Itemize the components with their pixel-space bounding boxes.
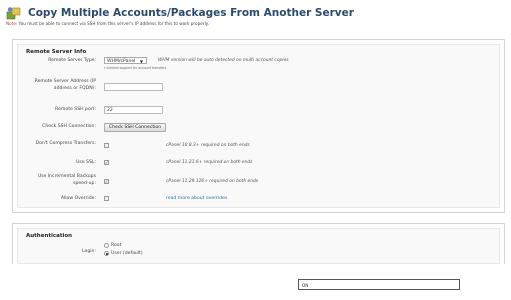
copy-accounts-icon xyxy=(6,7,21,20)
incremental-checkbox[interactable]: ✓ xyxy=(104,179,109,184)
page-title: Copy Multiple Accounts/Packages From Ano… xyxy=(28,7,354,19)
login-option-user: User (default) xyxy=(111,251,143,256)
check-ssh-button[interactable]: Check SSH Connection xyxy=(104,123,166,132)
allow-override-checkbox[interactable] xyxy=(104,196,109,201)
remote-server-heading: Remote Server Info xyxy=(26,49,87,55)
page-header: Copy Multiple Accounts/Packages From Ano… xyxy=(6,4,354,22)
authentication-heading: Authentication xyxy=(26,233,73,239)
bottom-input-field[interactable]: ON xyxy=(298,279,460,290)
address-label: Remote Server Address (IP address or FQD… xyxy=(34,79,96,91)
dont-compress-checkbox[interactable] xyxy=(104,143,109,148)
address-input[interactable] xyxy=(104,83,163,91)
note-text: Note: You must be able to connect via SS… xyxy=(6,21,209,26)
dont-compress-label: Don't Compress Transfers: xyxy=(35,141,96,146)
authentication-panel: Authentication Login: Root User (default… xyxy=(12,223,505,264)
note-message: You must be able to connect via SSH from… xyxy=(18,21,209,26)
login-label: Login: xyxy=(82,249,96,254)
incremental-label: Use Incremental Backups speed-up: xyxy=(37,174,96,186)
remote-server-panel: Remote Server Info Remote Server Type: W… xyxy=(12,39,505,213)
note-label: Note: xyxy=(6,21,18,26)
server-type-value: WHM/cPanel xyxy=(107,59,136,64)
ssh-port-input[interactable]: 22 xyxy=(104,106,163,114)
server-type-select[interactable]: WHM/cPanel ▼ xyxy=(104,57,147,64)
login-radio-user[interactable] xyxy=(104,251,109,256)
authentication-panel-body: Authentication Login: Root User (default… xyxy=(17,228,500,264)
use-ssl-label: Use SSL: xyxy=(76,160,96,165)
dont-compress-hint: cPanel 10.8.3+ required on both ends xyxy=(166,143,250,148)
ssh-port-label: Remote SSH port: xyxy=(55,107,96,112)
server-type-hint: WHM version will be auto detected on mul… xyxy=(158,58,289,63)
remote-server-panel-body: Remote Server Info Remote Server Type: W… xyxy=(17,44,500,208)
login-radio-root[interactable] xyxy=(104,243,109,248)
use-ssl-checkbox[interactable]: ✓ xyxy=(104,160,109,165)
allow-override-label: Allow Override: xyxy=(60,196,96,201)
check-ssh-label: Check SSH Connection: xyxy=(42,124,96,129)
login-option-root: Root xyxy=(111,243,122,248)
use-ssl-hint: cPanel 11.23.6+ required on both ends xyxy=(166,160,253,165)
chevron-down-icon: ▼ xyxy=(139,59,143,64)
server-type-subhint: † Limited support for account transfers xyxy=(104,66,167,70)
incremental-hint: cPanel 11.29.126+ required on both ends xyxy=(166,179,259,184)
server-type-label: Remote Server Type: xyxy=(48,58,96,63)
overrides-link[interactable]: read more about overrides xyxy=(166,196,227,201)
